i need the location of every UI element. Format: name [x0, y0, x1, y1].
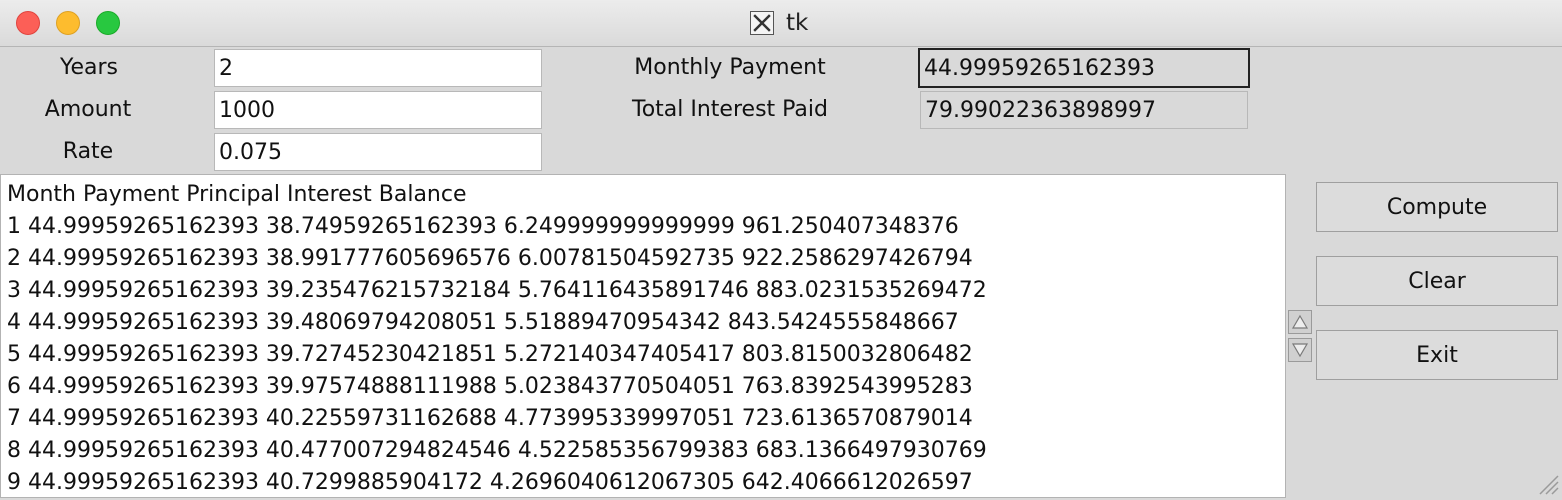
total-interest-field[interactable] — [920, 91, 1248, 129]
monthly-payment-label: Monthly Payment — [634, 55, 826, 80]
minimize-icon[interactable] — [56, 11, 80, 35]
resize-grip-icon[interactable] — [1534, 470, 1560, 496]
app-window: tk Years Amount Rate Monthly Payment Tot… — [0, 0, 1562, 498]
schedule-row: 5 44.99959265162393 39.72745230421851 5.… — [7, 342, 973, 367]
scroll-up-icon[interactable] — [1288, 310, 1312, 334]
years-input[interactable] — [214, 49, 542, 87]
x11-icon — [750, 11, 774, 35]
title-bar[interactable]: tk — [0, 0, 1562, 47]
schedule-row: 8 44.99959265162393 40.477007294824546 4… — [7, 438, 987, 463]
amortization-textarea[interactable]: Month Payment Principal Interest Balance… — [0, 174, 1286, 498]
schedule-row: 4 44.99959265162393 39.48069794208051 5.… — [7, 310, 959, 335]
window-title: tk — [786, 10, 809, 36]
schedule-row: 2 44.99959265162393 38.991777605696576 6… — [7, 246, 973, 271]
scroll-down-icon[interactable] — [1288, 338, 1312, 362]
exit-button[interactable]: Exit — [1316, 330, 1558, 380]
rate-input[interactable] — [214, 133, 542, 171]
monthly-payment-field[interactable] — [918, 48, 1250, 88]
schedule-header: Month Payment Principal Interest Balance — [7, 182, 467, 207]
amount-input[interactable] — [214, 91, 542, 129]
maximize-icon[interactable] — [96, 11, 120, 35]
compute-button[interactable]: Compute — [1316, 182, 1558, 232]
schedule-row: 7 44.99959265162393 40.22559731162688 4.… — [7, 406, 973, 431]
rate-label: Rate — [62, 139, 114, 164]
schedule-row: 1 44.99959265162393 38.74959265162393 6.… — [7, 214, 959, 239]
clear-button[interactable]: Clear — [1316, 256, 1558, 306]
years-label: Years — [59, 55, 119, 80]
schedule-row: 6 44.99959265162393 39.97574888111988 5.… — [7, 374, 973, 399]
schedule-row: 3 44.99959265162393 39.235476215732184 5… — [7, 278, 987, 303]
amount-label: Amount — [44, 97, 132, 122]
schedule-row: 9 44.99959265162393 40.7299885904172 4.2… — [7, 470, 973, 495]
total-interest-label: Total Interest Paid — [632, 97, 828, 122]
window-title-group: tk — [750, 9, 808, 37]
close-icon[interactable] — [16, 11, 40, 35]
